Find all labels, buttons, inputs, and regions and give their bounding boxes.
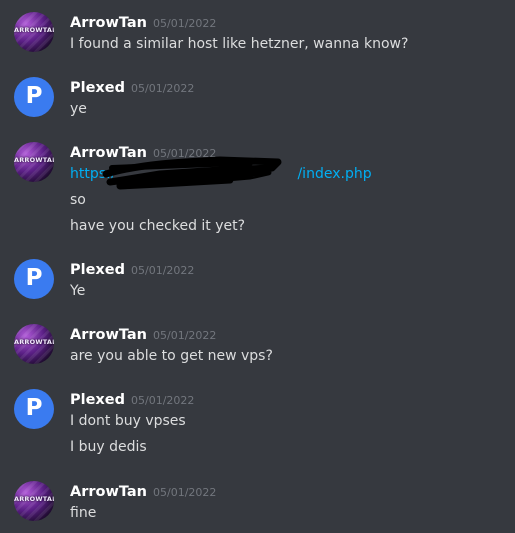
timestamp: 05/01/2022 — [153, 17, 217, 30]
avatar-plexed[interactable]: P — [14, 77, 54, 117]
username[interactable]: ArrowTan — [70, 15, 147, 31]
username[interactable]: ArrowTan — [70, 484, 147, 500]
avatar-arrowtan[interactable]: ARROWTAN — [14, 481, 54, 521]
avatar-letter: P — [25, 83, 43, 109]
timestamp: 05/01/2022 — [153, 486, 217, 499]
timestamp: 05/01/2022 — [131, 394, 195, 407]
message-text: I buy dedis — [70, 439, 147, 455]
message-header: ArrowTan 05/01/2022 — [70, 12, 216, 31]
avatar-text: ARROWTAN — [14, 338, 54, 346]
timestamp: 05/01/2022 — [131, 264, 195, 277]
avatar-letter: P — [25, 265, 43, 291]
message-text: I dont buy vpses — [70, 413, 186, 429]
avatar-plexed[interactable]: P — [14, 259, 54, 299]
avatar-text: ARROWTAN — [14, 156, 54, 164]
message-text: have you checked it yet? — [70, 218, 246, 234]
message-header: Plexed 05/01/2022 — [70, 389, 194, 408]
avatar-plexed[interactable]: P — [14, 389, 54, 429]
message-header: ArrowTan 05/01/2022 — [70, 324, 216, 343]
avatar-arrowtan[interactable]: ARROWTAN — [14, 324, 54, 364]
message-text: Ye — [70, 283, 86, 299]
message-header: Plexed 05/01/2022 — [70, 77, 194, 96]
message-text: I found a similar host like hetzner, wan… — [70, 36, 409, 52]
username[interactable]: Plexed — [70, 262, 125, 278]
timestamp: 05/01/2022 — [153, 329, 217, 342]
avatar-text: ARROWTAN — [14, 495, 54, 503]
message-text: so — [70, 192, 86, 208]
avatar-text: ARROWTAN — [14, 26, 54, 34]
redaction-scribble — [102, 156, 282, 190]
message-header: ArrowTan 05/01/2022 — [70, 481, 216, 500]
username[interactable]: ArrowTan — [70, 327, 147, 343]
message-text: ye — [70, 101, 87, 117]
avatar-arrowtan[interactable]: ARROWTAN — [14, 12, 54, 52]
message-text: are you able to get new vps? — [70, 348, 273, 364]
avatar-letter: P — [25, 395, 43, 421]
avatar-arrowtan[interactable]: ARROWTAN — [14, 142, 54, 182]
link-end[interactable]: /index.php — [297, 166, 371, 182]
username[interactable]: Plexed — [70, 392, 125, 408]
username[interactable]: Plexed — [70, 80, 125, 96]
timestamp: 05/01/2022 — [131, 82, 195, 95]
message-text: fine — [70, 505, 97, 521]
message-header: Plexed 05/01/2022 — [70, 259, 194, 278]
